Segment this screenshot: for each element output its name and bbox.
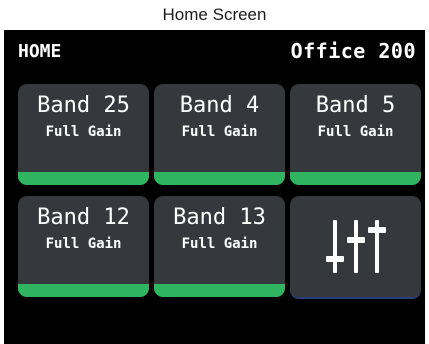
status-bar [290,172,421,185]
band-status: Full Gain [45,124,122,140]
status-bar [18,284,149,297]
band-tile-band-25[interactable]: Band 25 Full Gain [18,84,149,185]
band-name: Band 5 [315,93,396,118]
settings-tile[interactable] [290,196,421,299]
band-name: Band 13 [173,205,266,230]
location-label: Office 200 [290,39,416,63]
band-name: Band 4 [179,93,260,118]
status-bar [154,284,285,297]
band-tile-band-12[interactable]: Band 12 Full Gain [18,196,149,297]
band-tile-band-5[interactable]: Band 5 Full Gain [290,84,421,185]
band-name: Band 25 [37,93,130,118]
band-status: Full Gain [181,236,258,252]
band-name: Band 12 [37,205,130,230]
band-status: Full Gain [317,124,394,140]
band-tile-band-4[interactable]: Band 4 Full Gain [154,84,285,185]
status-bar [18,172,149,185]
band-status: Full Gain [181,124,258,140]
band-status: Full Gain [45,236,122,252]
status-bar [154,172,285,185]
screen-caption: Home Screen [0,0,429,30]
device-screen: HOME Office 200 Band 25 Full Gain Band 4… [4,30,425,344]
band-tile-band-13[interactable]: Band 13 Full Gain [154,196,285,297]
mixer-sliders-icon [326,220,386,273]
page-title: HOME [18,41,62,62]
header-bar: HOME Office 200 [4,30,425,76]
